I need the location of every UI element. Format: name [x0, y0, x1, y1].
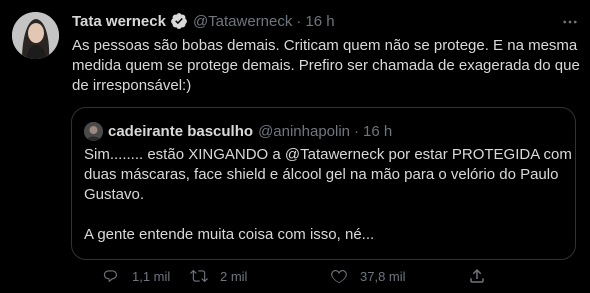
verified-badge-icon: [170, 12, 188, 30]
tweet-text-line: de irresponsável:): [72, 77, 192, 94]
like-icon: [330, 267, 348, 285]
retweet-icon: [190, 267, 208, 285]
tweet-time[interactable]: 16 h: [305, 13, 334, 30]
quoted-text-line: duas máscaras, face shield e álcool gel …: [84, 166, 559, 183]
like-count: 37,8 mil: [360, 268, 406, 284]
quoted-author-avatar: [84, 121, 103, 141]
tweet-header: Tata werneck @Tatawerneck · 16 h: [72, 11, 335, 31]
author-name[interactable]: Tata werneck: [72, 13, 166, 30]
reply-button[interactable]: 1,1 mil: [102, 266, 170, 286]
quoted-text-line: Gustavo.: [84, 186, 145, 203]
quoted-author-name: cadeirante basculho: [108, 122, 254, 140]
quoted-tweet-time: 16 h: [363, 122, 393, 140]
tweet-text: As pessoas são bobas demais. Criticam qu…: [72, 36, 582, 96]
more-options-icon[interactable]: [560, 12, 580, 32]
quoted-text-line: Sim........ estão XINGANDO a @Tatawernec…: [84, 146, 572, 163]
quoted-text-line: [84, 205, 569, 225]
quoted-text-line: A gente entende muita coisa com isso, né…: [84, 226, 375, 243]
avatar-photo: [12, 12, 59, 59]
share-button[interactable]: [468, 266, 486, 286]
action-bar: 1,1 mil 2 mil 37,8 mil: [72, 266, 582, 286]
tweet-text-line: As pessoas são bobas demais. Criticam qu…: [72, 37, 578, 54]
author-avatar[interactable]: [12, 12, 59, 59]
quoted-author-handle: @aninhapolin: [258, 122, 351, 140]
tweet-text-line: medida quem se protege demais. Prefiro s…: [72, 57, 580, 74]
tweet[interactable]: Tata werneck @Tatawerneck · 16 h As pess…: [0, 0, 590, 293]
separator-dot: ·: [354, 122, 360, 140]
reply-icon: [102, 267, 120, 285]
retweet-count: 2 mil: [220, 268, 248, 284]
quoted-tweet-header: cadeirante basculho @aninhapolin · 16 h: [84, 121, 393, 141]
reply-count: 1,1 mil: [132, 268, 171, 284]
retweet-button[interactable]: 2 mil: [190, 266, 247, 286]
author-handle[interactable]: @Tatawerneck: [193, 13, 292, 30]
like-button[interactable]: 37,8 mil: [330, 266, 406, 286]
quoted-tweet[interactable]: cadeirante basculho @aninhapolin · 16 h …: [71, 107, 576, 260]
quoted-tweet-text: Sim........ estão XINGANDO a @Tatawernec…: [84, 145, 572, 245]
separator-dot: ·: [296, 12, 302, 30]
share-icon: [468, 267, 486, 285]
